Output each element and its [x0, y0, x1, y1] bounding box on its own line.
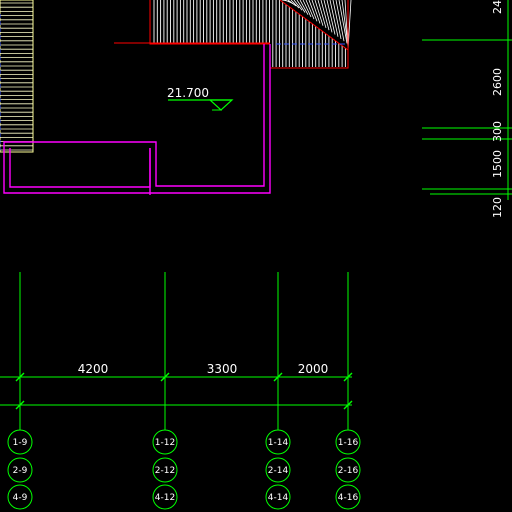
axis-bubble-label: 2-12 — [155, 466, 175, 476]
vdim-label-4: 1500 — [491, 150, 504, 178]
axis-bubble-label: 4-16 — [338, 493, 359, 503]
cad-drawing-canvas: 21.700 24 2600 300 1500 120 4200 3300 20… — [0, 0, 512, 512]
axis-bubble-label: 2-9 — [13, 466, 28, 476]
axis-bubble-label: 1-14 — [268, 438, 289, 448]
axis-bubble-label: 2-14 — [268, 466, 289, 476]
vdim-label-3: 300 — [491, 121, 504, 142]
axis-bubble-label: 1-9 — [13, 438, 28, 448]
drawing-background — [0, 0, 512, 512]
hdim-label-3300: 3300 — [207, 362, 238, 376]
axis-bubble-label: 2-16 — [338, 466, 359, 476]
axis-bubble-label: 4-12 — [155, 493, 175, 503]
axis-bubble-label: 4-14 — [268, 493, 289, 503]
hdim-label-2000: 2000 — [298, 362, 329, 376]
vdim-label-1: 24 — [491, 0, 504, 14]
elevation-value: 21.700 — [167, 86, 209, 100]
hdim-label-4200: 4200 — [78, 362, 109, 376]
axis-bubble-label: 1-12 — [155, 438, 175, 448]
axis-bubble-label: 4-9 — [13, 493, 28, 503]
vdim-label-5: 120 — [491, 197, 504, 218]
axis-bubble-label: 1-16 — [338, 438, 359, 448]
vdim-label-2: 2600 — [491, 68, 504, 96]
